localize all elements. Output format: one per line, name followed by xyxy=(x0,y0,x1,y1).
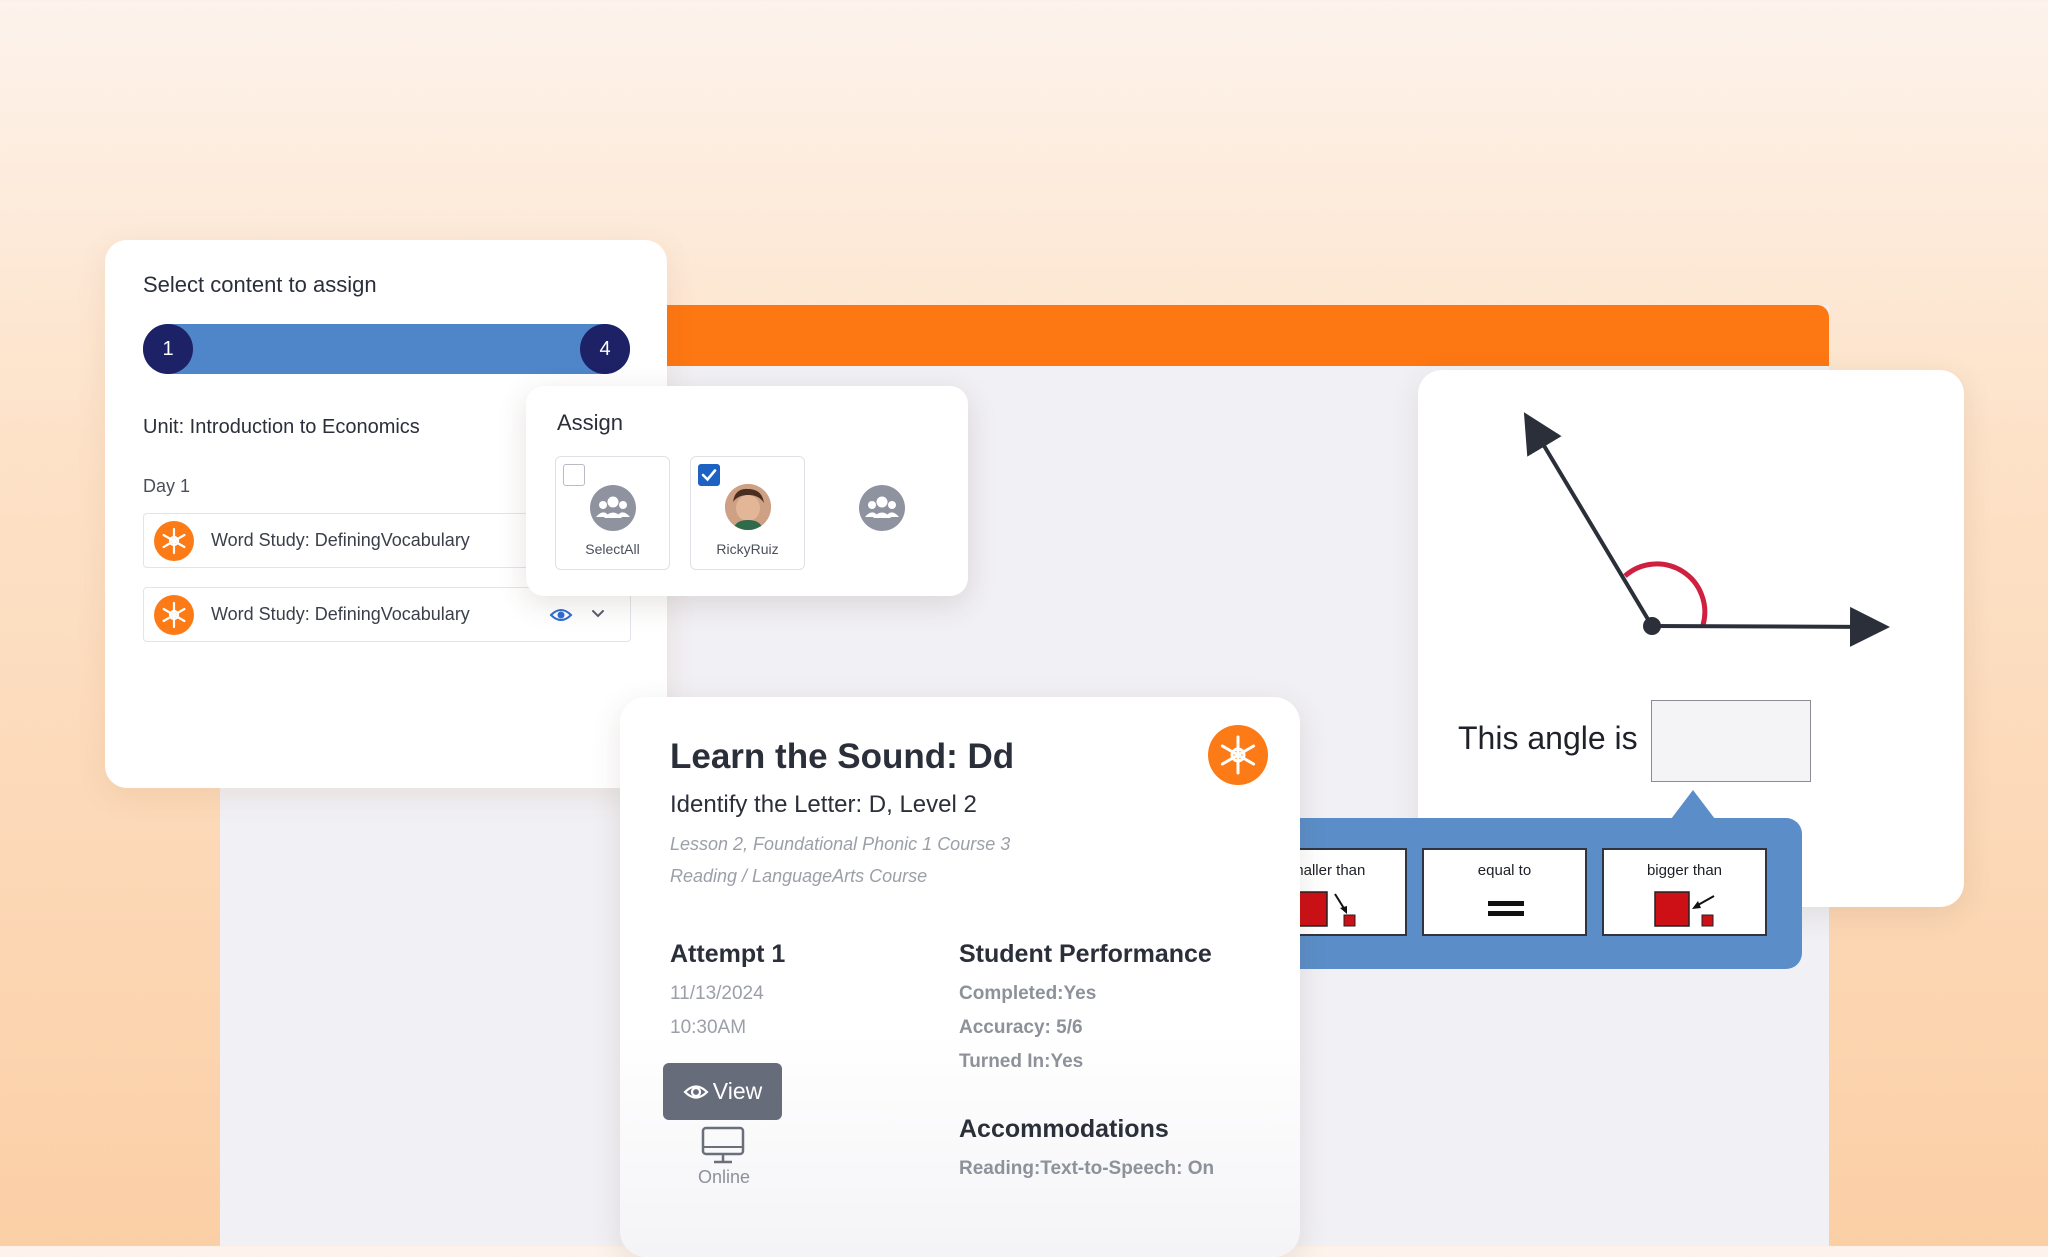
choices-pointer xyxy=(1671,790,1715,819)
lesson-title: Learn the Sound: Dd xyxy=(670,737,1015,776)
snowflake-icon xyxy=(154,595,194,635)
choice-equal-to[interactable]: equal to xyxy=(1422,848,1587,936)
view-button[interactable]: View xyxy=(663,1063,782,1120)
attempt-date: 11/13/2024 xyxy=(670,983,764,1004)
angle-prompt: This angle is xyxy=(1458,720,1638,756)
card-title: Select content to assign xyxy=(143,272,377,297)
group-icon[interactable] xyxy=(859,485,905,531)
lesson-item-label: Word Study: DefiningVocabulary xyxy=(211,530,470,550)
choice-label: bigger than xyxy=(1646,862,1723,879)
performance-turned-in: Turned In:Yes xyxy=(959,1051,1084,1072)
eye-icon xyxy=(683,1081,709,1103)
smaller-than-icon xyxy=(1292,890,1362,933)
angle-diagram xyxy=(1523,412,1890,647)
online-label: Online xyxy=(697,1167,751,1187)
choice-label: equal to xyxy=(1477,862,1532,879)
lesson-meta-course: Lesson 2, Foundational Phonic 1 Course 3 xyxy=(670,834,1011,854)
performance-heading: Student Performance xyxy=(959,940,1212,968)
student-label: SelectAll xyxy=(585,541,640,557)
performance-completed: Completed:Yes xyxy=(959,983,1097,1004)
student-avatar xyxy=(725,484,771,530)
snowflake-icon xyxy=(154,521,194,561)
attempt-time: 10:30AM xyxy=(670,1017,747,1038)
attempt-heading: Attempt 1 xyxy=(670,940,786,968)
assign-title: Assign xyxy=(557,410,624,435)
day-label: Day 1 xyxy=(143,476,191,496)
monitor-icon xyxy=(700,1125,746,1170)
equal-icon xyxy=(1488,898,1524,925)
step-end[interactable]: 4 xyxy=(580,324,630,374)
unit-title: Unit: Introduction to Economics xyxy=(143,416,420,438)
select-all-option[interactable]: SelectAll xyxy=(555,456,670,570)
select-all-checkbox[interactable] xyxy=(563,464,585,486)
student-label: RickyRuiz xyxy=(716,541,779,557)
bigger-than-icon xyxy=(1654,890,1724,933)
view-button-label: View xyxy=(712,1078,763,1104)
step-start[interactable]: 1 xyxy=(143,324,193,374)
student-checkbox-checked[interactable] xyxy=(698,464,720,486)
accommodations-value: Reading:Text-to-Speech: On xyxy=(959,1158,1215,1179)
choice-bigger-than[interactable]: bigger than xyxy=(1602,848,1767,936)
progress-track xyxy=(143,324,630,374)
eye-icon[interactable] xyxy=(549,604,573,631)
group-icon xyxy=(590,485,636,531)
answer-input[interactable] xyxy=(1651,700,1811,782)
assign-popover: Assign SelectAll RickyRuiz xyxy=(526,386,968,596)
performance-accuracy: Accuracy: 5/6 xyxy=(959,1017,1083,1038)
lesson-attempt-card: Learn the Sound: Dd Identify the Letter:… xyxy=(620,697,1300,1257)
lesson-subtitle: Identify the Letter: D, Level 2 xyxy=(670,791,977,818)
snowflake-icon xyxy=(1208,725,1268,785)
accommodations-heading: Accommodations xyxy=(959,1115,1169,1143)
chevron-down-icon[interactable] xyxy=(590,607,606,626)
lesson-item-label: Word Study: DefiningVocabulary xyxy=(211,604,470,624)
student-option[interactable]: RickyRuiz xyxy=(690,456,805,570)
lesson-meta-subject: Reading / LanguageArts Course xyxy=(670,866,928,886)
